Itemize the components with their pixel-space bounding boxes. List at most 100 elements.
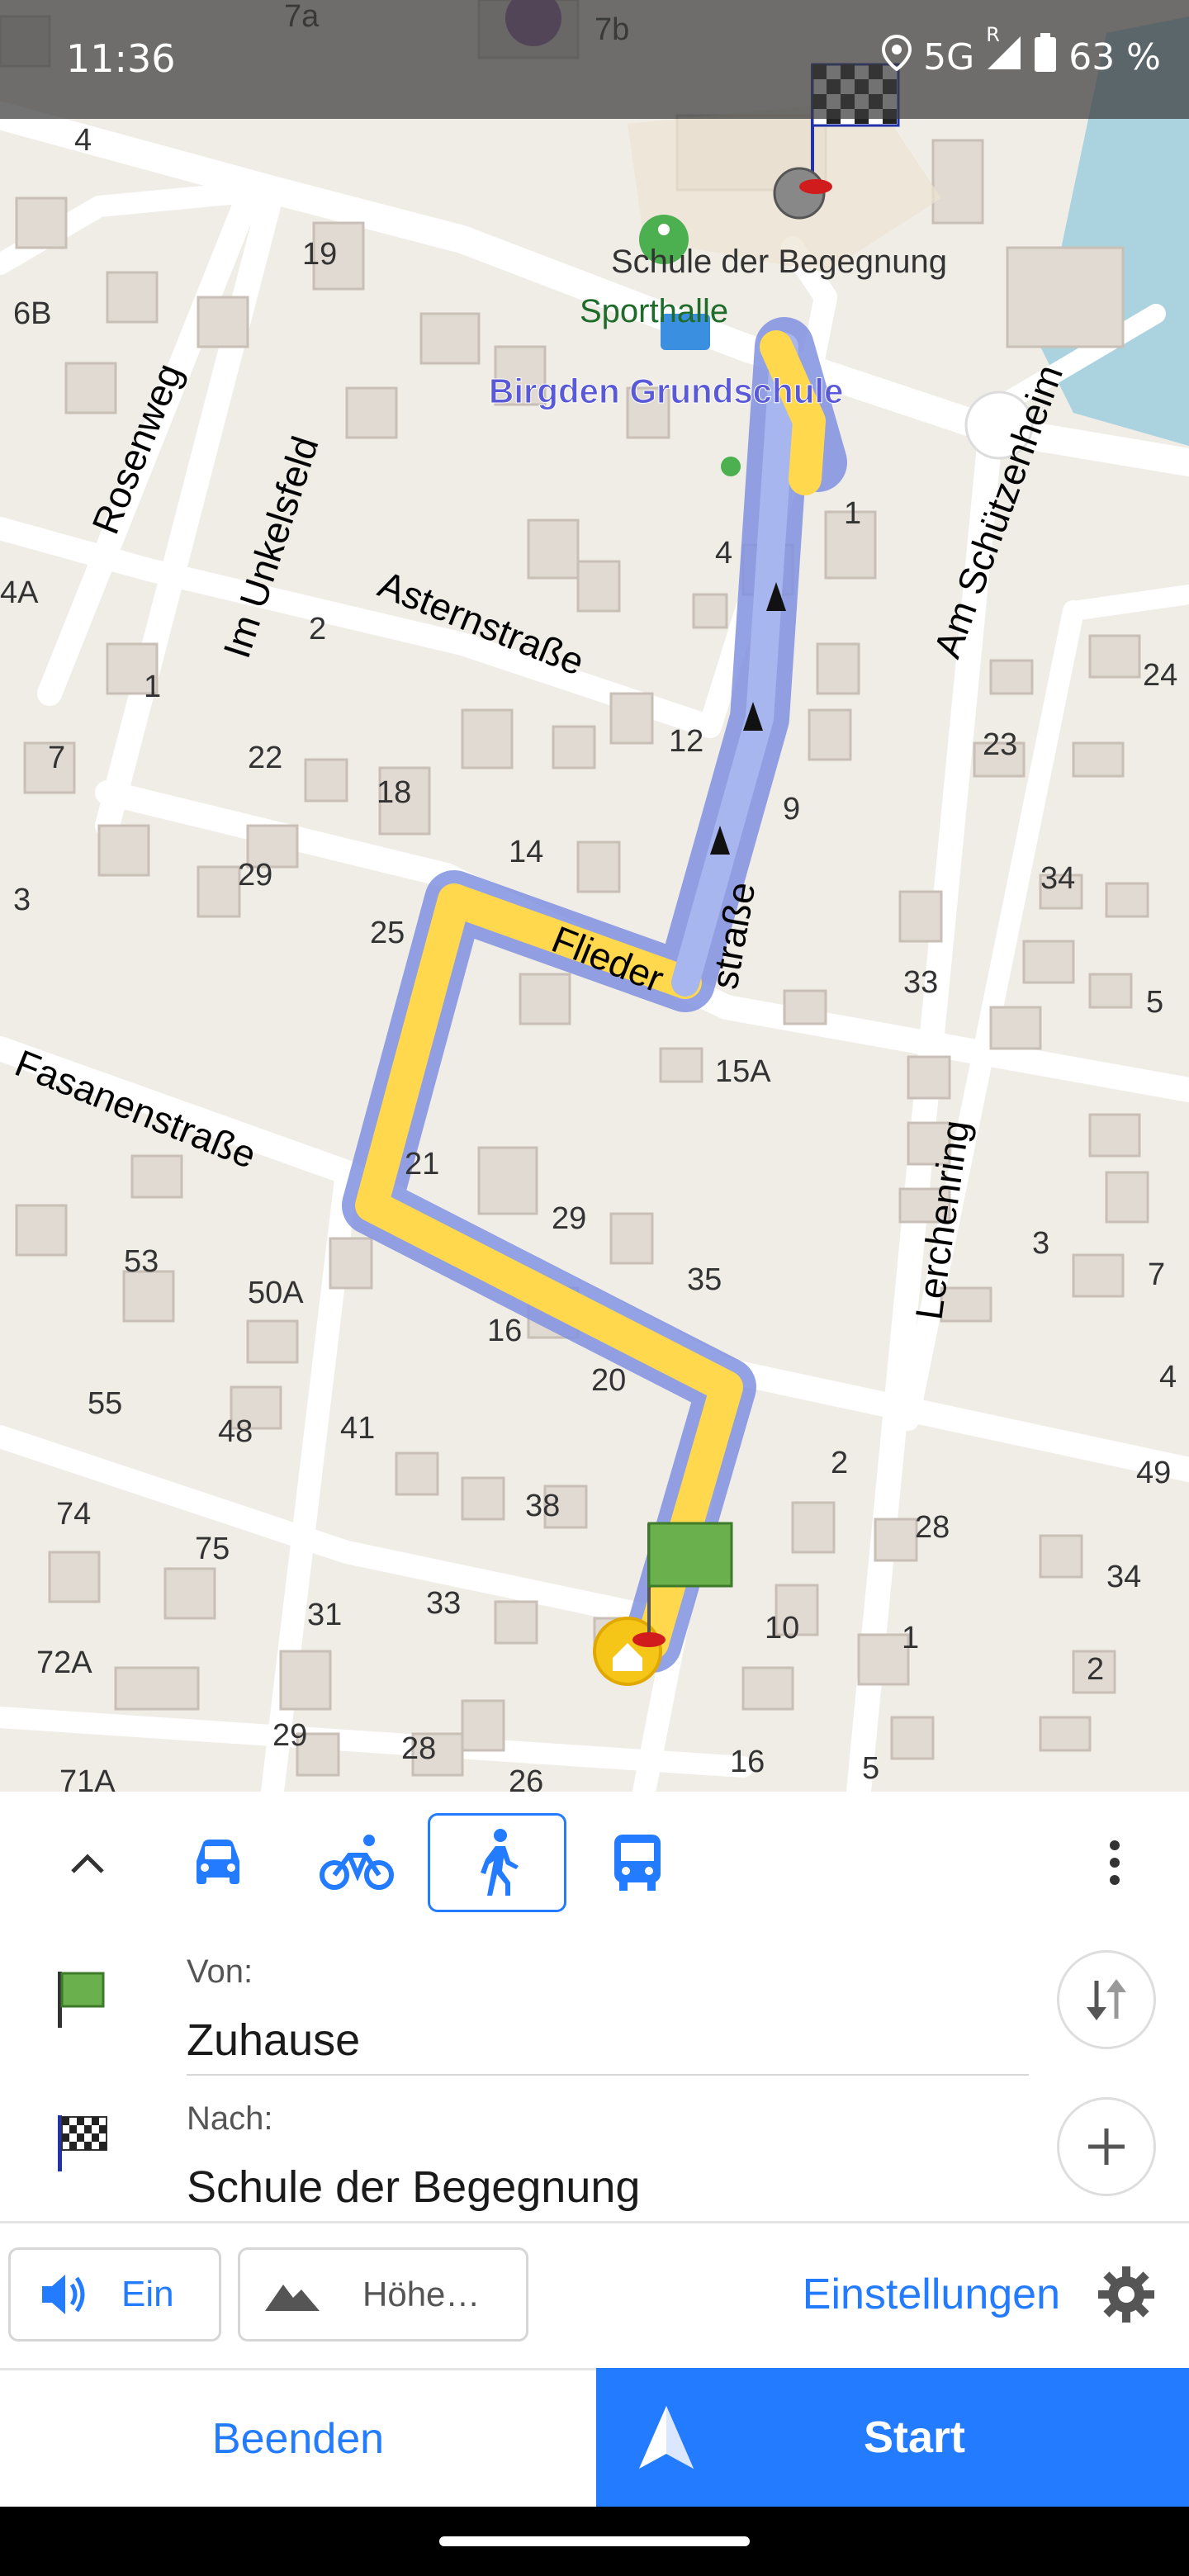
svg-text:26: 26 xyxy=(509,1764,543,1792)
svg-text:75: 75 xyxy=(195,1532,230,1566)
svg-text:1: 1 xyxy=(844,496,861,531)
start-button[interactable]: Start xyxy=(596,2368,1189,2507)
settings-button[interactable]: Einstellungen xyxy=(727,2247,1156,2342)
battery-icon xyxy=(1034,33,1057,82)
svg-text:55: 55 xyxy=(88,1386,122,1421)
status-time: 11:36 xyxy=(66,36,176,81)
svg-text:34: 34 xyxy=(1040,861,1075,896)
cancel-button[interactable]: Beenden xyxy=(0,2368,596,2507)
mode-bicycle-button[interactable] xyxy=(287,1813,426,1912)
elevation-button[interactable]: Höhe… xyxy=(238,2247,528,2342)
svg-text:7: 7 xyxy=(1148,1257,1165,1292)
from-label: Von: xyxy=(187,1953,253,1990)
svg-text:23: 23 xyxy=(983,727,1017,762)
svg-text:2: 2 xyxy=(309,612,326,646)
svg-text:29: 29 xyxy=(272,1718,307,1753)
svg-text:24: 24 xyxy=(1143,658,1177,693)
svg-text:6B: 6B xyxy=(13,296,51,331)
collapse-button[interactable] xyxy=(50,1825,126,1901)
mountain-icon xyxy=(265,2285,320,2311)
pedestrian-icon xyxy=(481,1829,519,1896)
svg-text:4A: 4A xyxy=(0,575,39,610)
green-flag-icon xyxy=(58,1972,105,2028)
svg-text:35: 35 xyxy=(687,1262,722,1297)
swap-button[interactable] xyxy=(1057,1950,1156,2049)
cancel-label: Beenden xyxy=(211,2414,385,2463)
svg-text:4: 4 xyxy=(715,536,732,571)
svg-text:7: 7 xyxy=(48,741,65,775)
signal-icon: R xyxy=(986,23,1022,80)
plus-icon xyxy=(1088,2129,1125,2165)
more-options-button[interactable] xyxy=(1077,1825,1153,1901)
start-flag-icon xyxy=(647,1522,733,1588)
svg-text:34: 34 xyxy=(1106,1560,1141,1594)
svg-text:25: 25 xyxy=(370,916,405,950)
svg-text:50A: 50A xyxy=(248,1276,304,1310)
settings-label: Einstellungen xyxy=(802,2271,1060,2318)
add-waypoint-button[interactable] xyxy=(1057,2097,1156,2196)
battery-level: 63 % xyxy=(1068,36,1161,78)
svg-text:4: 4 xyxy=(1159,1360,1177,1395)
sound-toggle-label: Ein xyxy=(121,2274,174,2314)
svg-text:12: 12 xyxy=(669,724,703,759)
poi-label: Schule der Begegnung xyxy=(611,244,947,280)
from-divider xyxy=(187,2074,1029,2076)
svg-text:18: 18 xyxy=(377,775,411,810)
to-field[interactable]: Schule der Begegnung xyxy=(187,2162,640,2213)
navigation-arrow-icon xyxy=(639,2406,694,2469)
location-icon xyxy=(882,34,912,80)
poi-label: Sporthalle xyxy=(580,293,728,329)
checkered-flag-icon xyxy=(58,2115,107,2171)
svg-text:14: 14 xyxy=(509,835,543,869)
chevron-up-icon xyxy=(71,1854,104,1873)
svg-text:22: 22 xyxy=(248,741,282,775)
gear-icon xyxy=(1098,2266,1154,2323)
sound-toggle-button[interactable]: Ein xyxy=(8,2247,221,2342)
svg-text:71A: 71A xyxy=(59,1764,116,1792)
swap-vertical-icon xyxy=(1087,1979,1126,2020)
mode-bus-button[interactable] xyxy=(568,1813,707,1912)
speaker-icon xyxy=(42,2275,85,2314)
svg-text:3: 3 xyxy=(13,883,31,917)
roaming-indicator: R xyxy=(986,23,1000,46)
svg-text:38: 38 xyxy=(525,1489,560,1523)
svg-text:29: 29 xyxy=(238,858,272,893)
svg-text:10: 10 xyxy=(765,1611,799,1646)
from-icon-container xyxy=(54,1970,106,2034)
svg-text:5: 5 xyxy=(1146,985,1163,1020)
svg-text:33: 33 xyxy=(903,965,938,1000)
svg-text:20: 20 xyxy=(591,1363,626,1398)
svg-text:19: 19 xyxy=(302,237,337,272)
svg-text:72A: 72A xyxy=(36,1646,92,1680)
svg-text:29: 29 xyxy=(552,1201,586,1236)
to-icon-container xyxy=(54,2114,109,2177)
svg-text:74: 74 xyxy=(56,1497,91,1532)
status-bar: 11:36 5G R 63 % xyxy=(0,0,1189,119)
mode-car-button[interactable] xyxy=(149,1813,287,1912)
svg-text:4: 4 xyxy=(74,123,92,158)
options-divider xyxy=(0,2221,1189,2223)
svg-text:48: 48 xyxy=(218,1414,253,1449)
svg-text:28: 28 xyxy=(401,1731,436,1766)
svg-text:2: 2 xyxy=(831,1446,848,1480)
map-view[interactable]: Rosenweg Im Unkelsfeld Asternstraße Am S… xyxy=(0,0,1189,1792)
car-icon xyxy=(197,1840,239,1884)
elevation-label: Höhe… xyxy=(362,2275,481,2313)
more-vertical-icon xyxy=(1110,1840,1120,1885)
playground-icon xyxy=(721,457,741,476)
network-type: 5G xyxy=(923,36,975,78)
svg-text:41: 41 xyxy=(340,1411,375,1446)
svg-text:15A: 15A xyxy=(715,1054,771,1089)
action-bar: Beenden Start xyxy=(0,2368,1189,2507)
svg-text:31: 31 xyxy=(307,1598,342,1632)
home-gesture-pill[interactable] xyxy=(439,2536,750,2546)
svg-text:5: 5 xyxy=(862,1751,879,1786)
from-field[interactable]: Zuhause xyxy=(187,2015,360,2066)
bus-icon xyxy=(614,1835,661,1891)
svg-text:1: 1 xyxy=(902,1621,919,1655)
svg-text:53: 53 xyxy=(124,1244,159,1279)
svg-text:9: 9 xyxy=(783,792,800,826)
to-label: Nach: xyxy=(187,2100,273,2137)
poi-label: Birgden Grundschule xyxy=(489,372,843,410)
mode-pedestrian-button[interactable] xyxy=(428,1813,566,1912)
